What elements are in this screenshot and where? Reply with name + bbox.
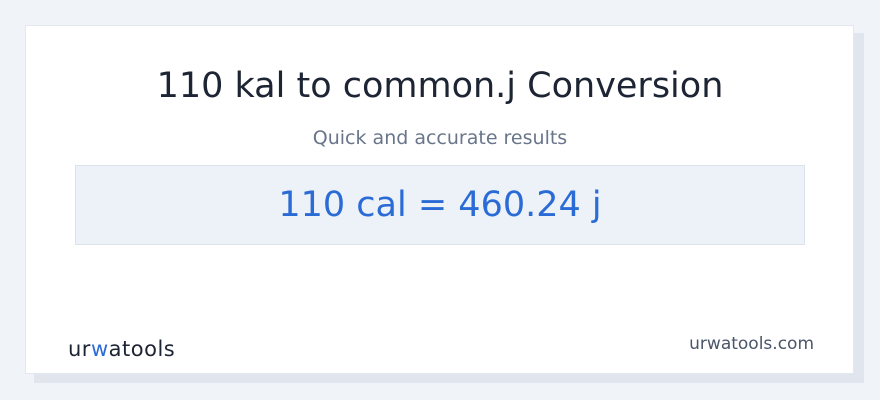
conversion-result: 110 cal = 460.24 j [278,185,602,225]
logo-text-prefix: ur [68,337,91,361]
page-subtitle: Quick and accurate results [312,127,568,149]
site-url: urwatools.com [689,334,814,354]
brand-logo: urwatools [68,336,175,362]
result-box: 110 cal = 460.24 j [75,165,805,245]
page-title: 110 kal to common.j Conversion [156,66,724,106]
logo-text-suffix: atools [108,337,176,361]
logo-text-accent: w [90,337,109,361]
